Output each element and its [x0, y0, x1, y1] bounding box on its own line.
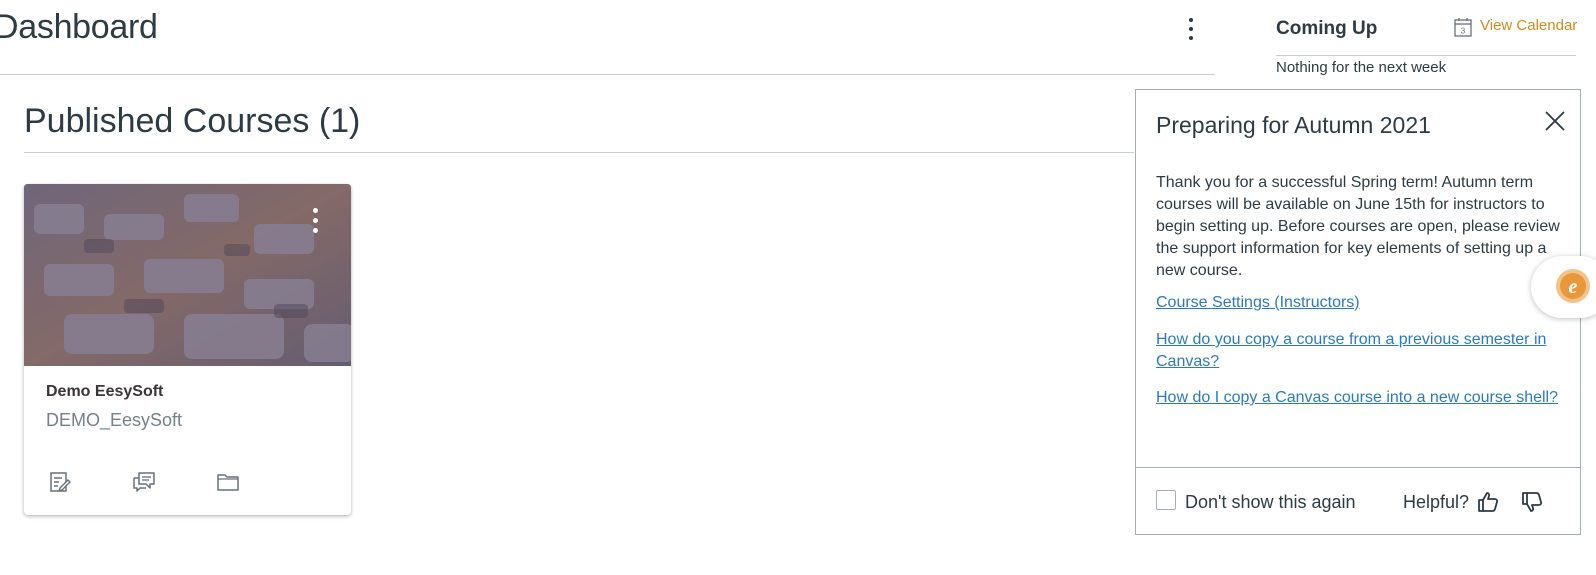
coming-up-empty-text: Nothing for the next week — [1276, 59, 1447, 76]
thumbs-down-icon[interactable] — [1520, 490, 1544, 514]
files-button[interactable] — [214, 468, 242, 496]
coming-up-divider — [1276, 55, 1576, 56]
copy-course-shell-link[interactable]: How do I copy a Canvas course into a new… — [1156, 387, 1566, 409]
calendar-icon[interactable]: 3 — [1454, 17, 1472, 37]
course-settings-link[interactable]: Course Settings (Instructors) — [1156, 292, 1566, 314]
kebab-dot — [1189, 36, 1193, 40]
header-divider — [0, 74, 1215, 75]
kebab-dot — [1189, 27, 1193, 31]
popup-title: Preparing for Autumn 2021 — [1156, 112, 1431, 138]
course-color-overlay — [24, 184, 351, 366]
kebab-dot — [312, 208, 318, 213]
files-icon — [217, 474, 239, 491]
eesy-assistant-icon: e — [1556, 269, 1590, 303]
section-divider — [24, 152, 1134, 153]
discussions-button[interactable] — [130, 468, 158, 496]
dont-show-checkbox[interactable] — [1156, 490, 1176, 510]
discussions-icon — [133, 472, 155, 492]
course-card[interactable]: Demo EesySoft DEMO_EesySoft — [24, 184, 351, 515]
kebab-dot — [312, 218, 318, 223]
assistant-glyph: e — [1569, 276, 1578, 298]
assignments-button[interactable] — [46, 468, 74, 496]
close-icon[interactable] — [1544, 110, 1566, 132]
announcement-popup: Preparing for Autumn 2021 Thank you for … — [1135, 89, 1581, 535]
kebab-dot — [312, 228, 318, 233]
dont-show-label[interactable]: Don't show this again — [1185, 492, 1356, 513]
thumbs-up-icon[interactable] — [1476, 490, 1500, 514]
helpful-label: Helpful? — [1403, 492, 1470, 512]
section-title: Published Courses (1) — [24, 102, 361, 140]
eesy-assistant-button[interactable]: e — [1531, 256, 1596, 318]
assignments-icon — [50, 472, 71, 492]
kebab-dot — [1189, 18, 1193, 22]
calendar-day: 3 — [1461, 27, 1466, 36]
popup-footer-divider — [1136, 467, 1580, 468]
coming-up-title: Coming Up — [1276, 18, 1378, 39]
course-card-actions — [46, 468, 242, 496]
copy-course-link[interactable]: How do you copy a course from a previous… — [1156, 329, 1566, 373]
popup-body: Thank you for a successful Spring term! … — [1156, 174, 1560, 279]
course-name[interactable]: Demo EesySoft — [46, 383, 163, 401]
view-calendar-link[interactable]: View Calendar — [1480, 17, 1577, 34]
course-card-options-button[interactable] — [309, 208, 321, 238]
course-code: DEMO_EesySoft — [46, 410, 183, 430]
page-title: Dashboard — [0, 8, 158, 46]
course-card-image[interactable] — [24, 184, 351, 366]
dashboard-options-button[interactable] — [1183, 15, 1199, 45]
